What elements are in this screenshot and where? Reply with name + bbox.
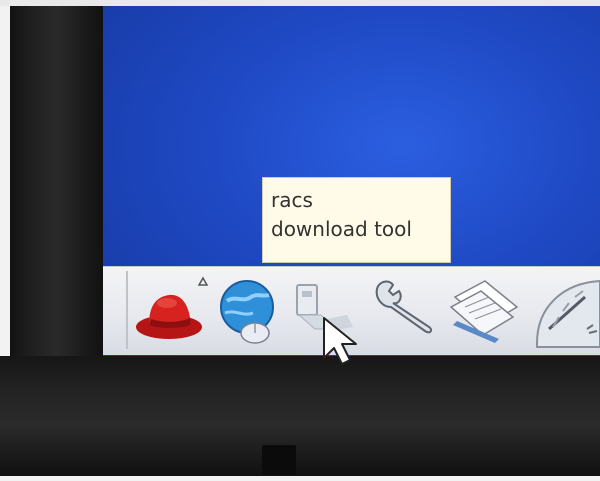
- tooltip-line-2: download tool: [271, 217, 412, 241]
- documents-icon: [449, 280, 519, 343]
- panel-drag-handle[interactable]: [109, 271, 128, 349]
- main-menu-button[interactable]: [133, 267, 213, 355]
- tooltip-line-1: racs: [271, 188, 313, 212]
- system-monitor-launcher[interactable]: [529, 267, 600, 355]
- mouse-pointer-icon: [320, 316, 362, 366]
- monitor-hinge: [262, 445, 296, 475]
- documents-launcher[interactable]: [445, 267, 525, 355]
- web-browser-launcher[interactable]: [213, 267, 285, 355]
- monitor-bezel-bottom: [0, 356, 600, 481]
- photo-border-bottom: [0, 476, 600, 481]
- redhat-hat-icon: [136, 276, 209, 339]
- gauge-icon: [536, 279, 600, 348]
- globe-mouse-icon: [220, 280, 274, 344]
- settings-launcher[interactable]: [365, 267, 445, 355]
- wrench-icon: [375, 280, 433, 334]
- photo-frame: racs download tool: [0, 0, 600, 481]
- launcher-tooltip: racs download tool: [262, 177, 451, 263]
